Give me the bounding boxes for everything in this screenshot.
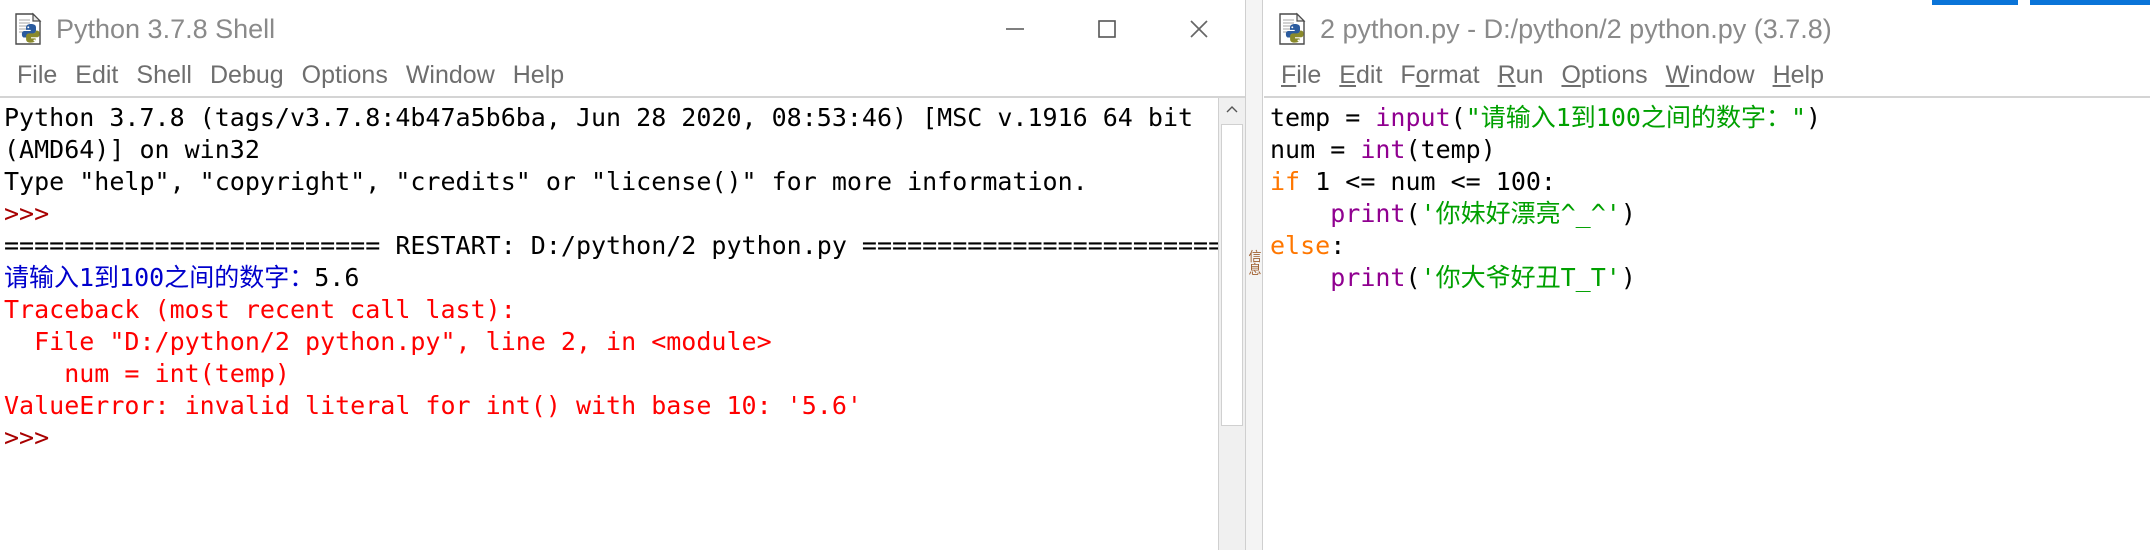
shell-menu-help[interactable]: Help (504, 58, 573, 92)
maximize-icon[interactable] (1061, 0, 1153, 58)
shell-text-segment: Python 3.7.8 (tags/v3.7.8:4b47a5b6ba, Ju… (4, 103, 1194, 132)
shell-output-line: 请输入1到100之间的数字：5.6 (4, 262, 1218, 294)
code-token-builtin: int (1360, 135, 1406, 164)
shell-output-line: >>> (4, 422, 1218, 454)
code-token-default: ) (1806, 103, 1822, 132)
shell-titlebar[interactable]: Python 3.7.8 Shell (0, 0, 1245, 58)
shell-output-line: ValueError: invalid literal for int() wi… (4, 390, 1218, 422)
editor-menu-file[interactable]: File (1272, 58, 1330, 92)
editor-code-line: print('你大爷好丑T_T') (1270, 262, 2150, 294)
shell-menu-debug[interactable]: Debug (201, 58, 293, 92)
code-token-default: ( (1405, 263, 1421, 292)
shell-output-line: num = int(temp) (4, 358, 1218, 390)
shell-output-line: Type "help", "copyright", "credits" or "… (4, 166, 1218, 198)
close-icon[interactable] (1153, 0, 1245, 58)
minimize-icon[interactable] (969, 0, 1061, 58)
screen: Python 3.7.8 Shell File Edit Shell Debug Opt… (0, 0, 2150, 550)
shell-text-segment: Traceback (most recent call last): (4, 295, 516, 324)
shell-text-segment: >>> (4, 423, 65, 452)
editor-menu-format[interactable]: Format (1391, 58, 1488, 92)
shell-vertical-scrollbar[interactable] (1218, 98, 1245, 550)
python-file-icon (1276, 12, 1310, 46)
code-token-builtin: input (1375, 103, 1451, 132)
shell-window-controls (969, 0, 1245, 58)
scrollbar-thumb[interactable] (1221, 124, 1243, 426)
gap-vertical-label: 信息 (1248, 249, 1262, 277)
editor-menu-help[interactable]: Help (1764, 58, 1833, 92)
code-token-default: ( (1450, 103, 1466, 132)
python-file-icon (12, 12, 46, 46)
code-token-default: num = (1270, 135, 1361, 164)
python-editor-window: 2 python.py - D:/python/2 python.py (3.7… (1264, 0, 2150, 550)
shell-menu-edit[interactable]: Edit (66, 58, 127, 92)
code-token-default: : (1330, 231, 1346, 260)
editor-code-line: temp = input("请输入1到100之间的数字：") (1270, 102, 2150, 134)
editor-code-area: temp = input("请输入1到100之间的数字：") num = int(… (1264, 96, 2150, 550)
code-token-default: ) (1620, 199, 1636, 228)
code-token-default (1270, 199, 1330, 228)
code-token-default: ( (1405, 199, 1421, 228)
editor-code-line: num = int(temp) (1270, 134, 2150, 166)
code-token-default: ) (1620, 263, 1636, 292)
shell-text-segment: File "D:/python/2 python.py", line 2, in… (4, 327, 772, 356)
shell-title-text: Python 3.7.8 Shell (56, 13, 276, 44)
shell-output-line: ========================= RESTART: D:/py… (4, 230, 1218, 262)
accent-bar-2 (2030, 0, 2150, 5)
shell-menubar: File Edit Shell Debug Options Window Help (0, 58, 1245, 92)
editor-code-line: print('你妹好漂亮^_^') (1270, 198, 2150, 230)
chevron-up-icon[interactable] (1219, 98, 1245, 122)
editor-code-text[interactable]: temp = input("请输入1到100之间的数字：") num = int(… (1264, 98, 2150, 550)
shell-menu-file[interactable]: File (8, 58, 66, 92)
code-token-default: temp = (1270, 103, 1376, 132)
shell-output-line: >>> (4, 198, 1218, 230)
code-token-default: 1 <= num <= 100: (1300, 167, 1556, 196)
code-token-keyword: if (1270, 167, 1301, 196)
code-token-builtin: print (1330, 199, 1406, 228)
code-token-keyword: else (1270, 231, 1331, 260)
shell-text-segment: num = int(temp) (4, 359, 290, 388)
shell-menu-window[interactable]: Window (397, 58, 504, 92)
shell-text-segment: (AMD64)] on win32 (4, 135, 260, 164)
shell-text-segment: 请输入1到100之间的数字： (4, 263, 315, 292)
window-gap-strip: 信息 (1245, 0, 1263, 550)
shell-output-text[interactable]: Python 3.7.8 (tags/v3.7.8:4b47a5b6ba, Ju… (0, 98, 1218, 550)
code-token-string: '你妹好漂亮^_^' (1420, 199, 1621, 228)
python-shell-window: Python 3.7.8 Shell File Edit Shell Debug Opt… (0, 0, 1245, 550)
code-token-default: (temp) (1405, 135, 1496, 164)
editor-menu-edit[interactable]: Edit (1330, 58, 1391, 92)
shell-output-line: File "D:/python/2 python.py", line 2, in… (4, 326, 1218, 358)
editor-menu-run[interactable]: Run (1489, 58, 1553, 92)
shell-menu-options[interactable]: Options (293, 58, 397, 92)
editor-accent-marks (1932, 0, 2150, 5)
editor-menu-options[interactable]: Options (1552, 58, 1656, 92)
editor-titlebar[interactable]: 2 python.py - D:/python/2 python.py (3.7… (1264, 0, 2150, 58)
shell-output-line: (AMD64)] on win32 (4, 134, 1218, 166)
accent-bar-1 (1932, 0, 2018, 5)
editor-code-line: if 1 <= num <= 100: (1270, 166, 2150, 198)
editor-code-line: else: (1270, 230, 2150, 262)
shell-output-line: Traceback (most recent call last): (4, 294, 1218, 326)
shell-text-segment: ValueError: invalid literal for int() wi… (4, 391, 862, 420)
shell-output-line: Python 3.7.8 (tags/v3.7.8:4b47a5b6ba, Ju… (4, 102, 1218, 134)
shell-text-segment: 5.6 (314, 263, 360, 292)
code-token-builtin: print (1330, 263, 1406, 292)
code-token-default (1270, 263, 1330, 292)
shell-menu-shell[interactable]: Shell (127, 58, 201, 92)
editor-menubar: File Edit Format Run Options Window Help (1264, 58, 2150, 92)
editor-menu-window[interactable]: Window (1657, 58, 1764, 92)
shell-output-area: Python 3.7.8 (tags/v3.7.8:4b47a5b6ba, Ju… (0, 96, 1245, 550)
code-token-string: "请输入1到100之间的数字：" (1465, 103, 1806, 132)
editor-title-text: 2 python.py - D:/python/2 python.py (3.7… (1320, 13, 1832, 44)
shell-text-segment: >>> (4, 199, 65, 228)
shell-text-segment: Type "help", "copyright", "credits" or "… (4, 167, 1088, 196)
code-token-string: '你大爷好丑T_T' (1420, 263, 1621, 292)
shell-text-segment: ========================= RESTART: D:/py… (4, 231, 1218, 260)
editor-title-group: 2 python.py - D:/python/2 python.py (3.7… (1264, 12, 2150, 46)
shell-title-group: Python 3.7.8 Shell (0, 12, 969, 46)
